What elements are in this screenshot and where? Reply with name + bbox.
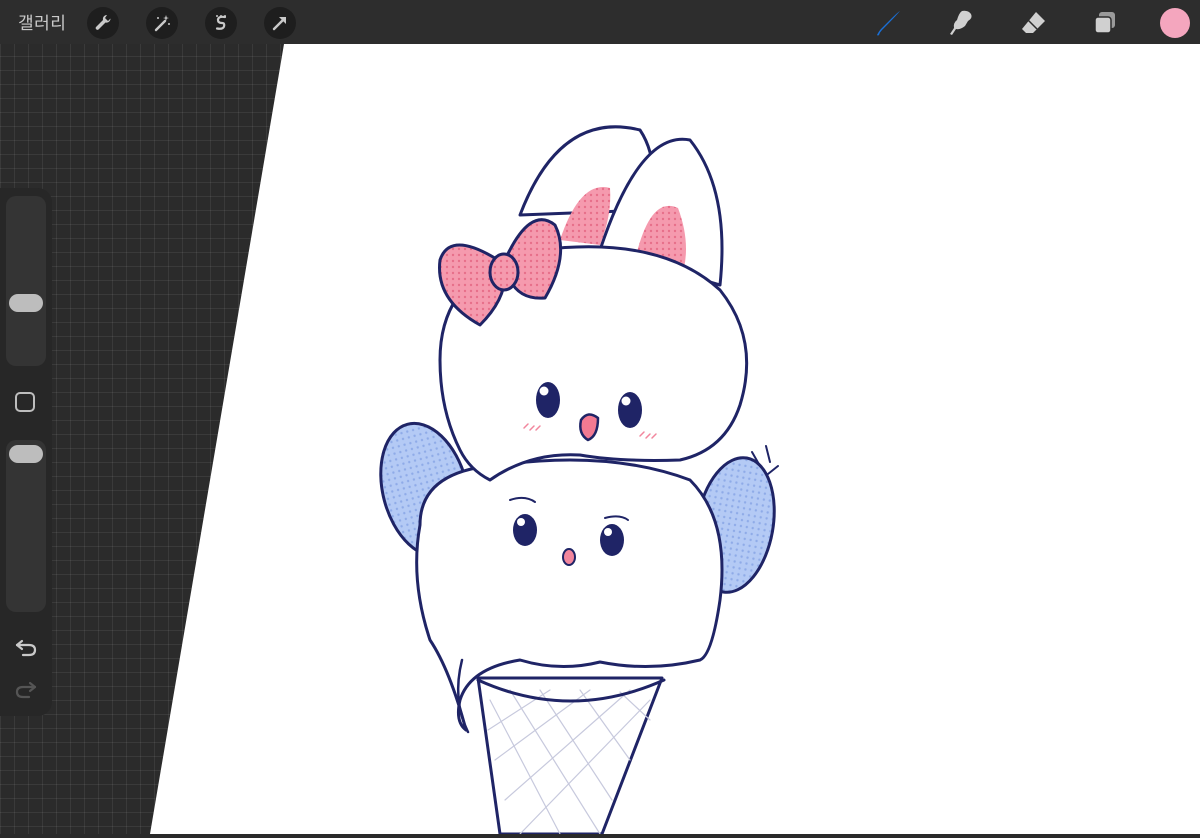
- selection-s-icon: [215, 15, 227, 30]
- selection-button[interactable]: [205, 7, 237, 39]
- top-toolbar: 갤러리: [0, 0, 1200, 44]
- brush-size-slider-thumb[interactable]: [9, 294, 43, 313]
- undo-icon: [15, 639, 37, 657]
- bottom-right-eye: [600, 524, 624, 556]
- bottom-mouth: [562, 548, 576, 566]
- opacity-slider-thumb[interactable]: [9, 445, 43, 463]
- eraser-icon: [1022, 12, 1045, 33]
- top-right-eye: [618, 392, 642, 428]
- gallery-button[interactable]: 갤러리: [18, 9, 66, 34]
- opacity-slider[interactable]: [6, 440, 46, 612]
- redo-button[interactable]: [12, 676, 40, 704]
- artwork-svg: [150, 44, 1200, 836]
- actions-button[interactable]: [87, 7, 119, 39]
- transform-button[interactable]: [264, 7, 296, 39]
- smudge-tool[interactable]: [945, 7, 977, 39]
- drawing-canvas[interactable]: [0, 0, 1200, 836]
- modify-square-icon[interactable]: [15, 392, 35, 412]
- eraser-tool[interactable]: [1017, 7, 1049, 39]
- magic-wand-icon: [154, 15, 170, 32]
- wrench-icon: [95, 14, 111, 30]
- layers-icon: [1094, 12, 1115, 34]
- brush-size-slider[interactable]: [6, 196, 46, 366]
- bottom-left-eye: [513, 514, 537, 546]
- undo-button[interactable]: [12, 634, 40, 662]
- transform-arrow-icon: [272, 17, 286, 31]
- adjustments-button[interactable]: [146, 7, 178, 39]
- smudge-icon: [950, 10, 972, 36]
- brush-icon: [877, 11, 900, 36]
- layers-button[interactable]: [1089, 7, 1121, 39]
- left-sidebar: [0, 188, 52, 716]
- top-left-eye: [536, 382, 560, 418]
- brush-tool[interactable]: [873, 7, 905, 39]
- redo-icon: [15, 681, 37, 699]
- color-picker-button[interactable]: [1160, 8, 1190, 38]
